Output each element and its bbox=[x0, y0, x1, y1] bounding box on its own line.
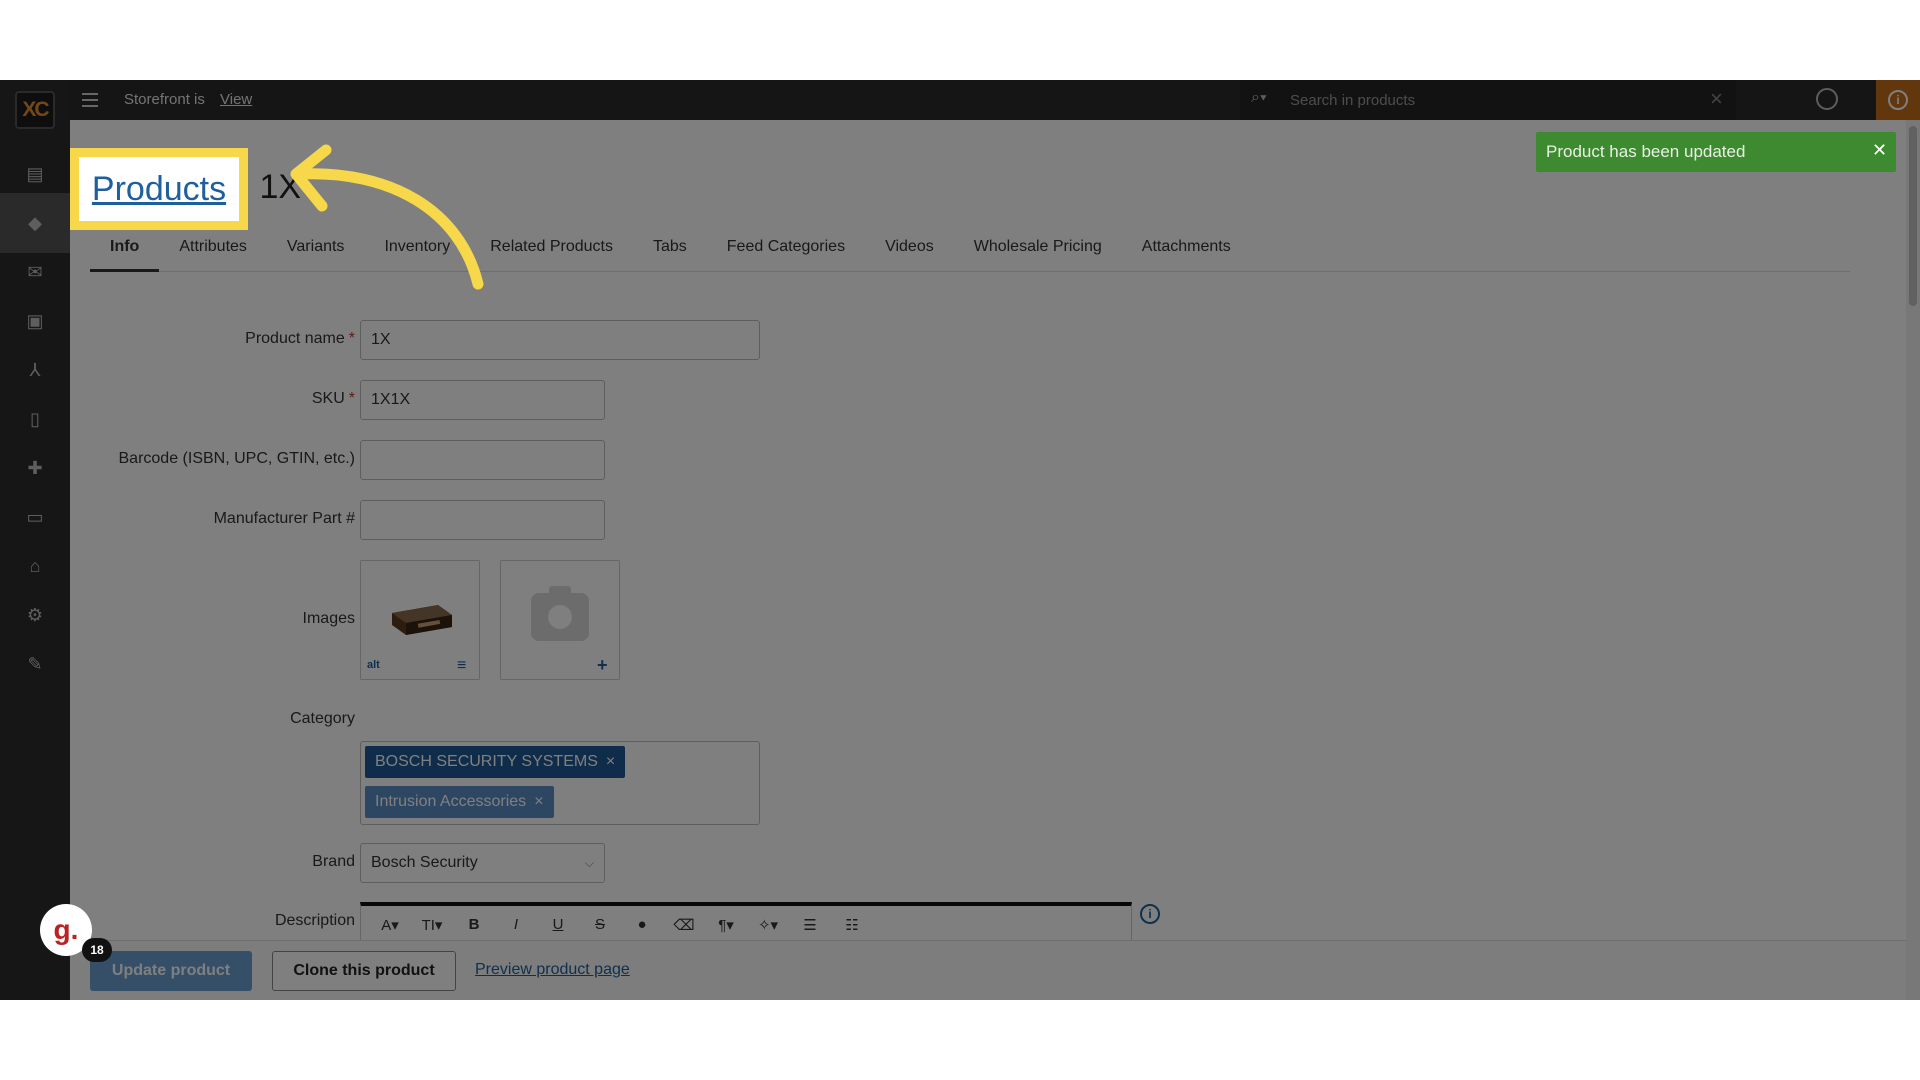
sku-label: SKU * bbox=[312, 390, 355, 408]
image-alt-label[interactable]: alt bbox=[367, 659, 380, 671]
info-icon[interactable]: i bbox=[1140, 904, 1160, 924]
category-chip-label: Intrusion Accessories bbox=[375, 793, 527, 810]
eraser-icon[interactable]: ⌫ bbox=[663, 916, 705, 934]
italic-icon[interactable]: I bbox=[495, 916, 537, 933]
category-label: Category bbox=[290, 710, 355, 727]
tab-feed-categories[interactable]: Feed Categories bbox=[707, 230, 865, 272]
clone-product-button[interactable]: Clone this product bbox=[272, 951, 456, 991]
storefront-status: Storefront is bbox=[124, 91, 205, 108]
left-sidebar: XC ▤ ◆ ✉ ▣ ⅄ ▯ ✚ ▭ ⌂ ⚙ ✎ bbox=[0, 80, 70, 1000]
close-icon[interactable]: ✕ bbox=[1872, 140, 1887, 161]
remove-chip-icon[interactable]: × bbox=[534, 793, 543, 810]
product-name-input[interactable] bbox=[360, 320, 760, 360]
underline-icon[interactable]: U bbox=[537, 916, 579, 933]
description-label: Description bbox=[274, 912, 355, 929]
success-toast: Product has been updated ✕ bbox=[1536, 132, 1896, 172]
strikethrough-icon[interactable]: S bbox=[579, 916, 621, 933]
wrench-icon[interactable]: ✎ bbox=[0, 634, 70, 694]
user-account-icon[interactable] bbox=[1816, 88, 1838, 110]
tab-tabs[interactable]: Tabs bbox=[633, 230, 707, 272]
sticky-action-bar: Update product Clone this product Previe… bbox=[70, 940, 1906, 1000]
search-input[interactable] bbox=[1290, 89, 1660, 111]
remove-chip-icon[interactable]: × bbox=[606, 753, 615, 770]
app-window: XC ▤ ◆ ✉ ▣ ⅄ ▯ ✚ ▭ ⌂ ⚙ ✎ Storefront is V… bbox=[0, 80, 1920, 1000]
tab-videos[interactable]: Videos bbox=[865, 230, 954, 272]
bullet-list-icon[interactable]: ☷ bbox=[831, 916, 873, 934]
tab-info[interactable]: Info bbox=[90, 230, 160, 272]
product-image-slot[interactable]: alt ≡ bbox=[360, 560, 480, 680]
brand-value: Bosch Security bbox=[371, 854, 478, 871]
pointer-arrow bbox=[290, 144, 484, 290]
paragraph-icon[interactable]: ¶▾ bbox=[705, 916, 747, 934]
product-name-label-text: Product name bbox=[245, 330, 345, 347]
info-button[interactable]: i bbox=[1876, 80, 1920, 120]
manufacturer-part-input[interactable] bbox=[360, 500, 605, 540]
info-icon: i bbox=[1888, 90, 1908, 110]
magic-icon[interactable]: ✧▾ bbox=[747, 916, 789, 934]
category-chip[interactable]: Intrusion Accessories × bbox=[365, 786, 554, 818]
add-image-slot[interactable]: + bbox=[500, 560, 620, 680]
tab-attributes[interactable]: Attributes bbox=[159, 230, 267, 272]
ordered-list-icon[interactable]: ☰ bbox=[789, 916, 831, 934]
brand-label: Brand bbox=[312, 853, 355, 870]
images-label: Images bbox=[302, 610, 355, 627]
storefront-view-link[interactable]: View bbox=[220, 91, 252, 108]
chevron-down-icon: ⌵ bbox=[584, 856, 594, 870]
image-menu-icon[interactable]: ≡ bbox=[457, 657, 466, 675]
bold-icon[interactable]: B bbox=[453, 916, 495, 933]
scrollbar-thumb[interactable] bbox=[1909, 126, 1917, 306]
tab-attachments[interactable]: Attachments bbox=[1122, 230, 1251, 272]
menu-icon[interactable] bbox=[82, 88, 106, 112]
close-icon[interactable]: × bbox=[1710, 86, 1723, 112]
sku-input[interactable] bbox=[360, 380, 605, 420]
highlight-inner: Products bbox=[79, 157, 239, 221]
color-icon[interactable]: ● bbox=[621, 916, 663, 933]
highlight-frame: Products bbox=[70, 148, 248, 230]
manufacturer-part-label: Manufacturer Part # bbox=[213, 510, 355, 527]
page-scrollbar[interactable] bbox=[1906, 120, 1920, 1000]
font-family-icon[interactable]: A▾ bbox=[369, 916, 411, 934]
product-image bbox=[392, 605, 452, 635]
required-mark: * bbox=[348, 330, 355, 347]
top-bar: Storefront is View ⌕▾ × i bbox=[70, 80, 1920, 120]
sku-label-text: SKU bbox=[311, 390, 345, 407]
toast-message: Product has been updated bbox=[1546, 142, 1746, 161]
product-name-label: Product name * bbox=[245, 330, 355, 348]
font-size-icon[interactable]: TI▾ bbox=[411, 916, 453, 934]
search-icon[interactable]: ⌕▾ bbox=[1251, 89, 1267, 107]
brand-select[interactable]: Bosch Security ⌵ bbox=[360, 843, 605, 883]
barcode-input[interactable] bbox=[360, 440, 605, 480]
xcart-logo[interactable]: XC bbox=[15, 91, 55, 129]
update-product-button[interactable]: Update product bbox=[90, 951, 252, 991]
preview-product-link[interactable]: Preview product page bbox=[475, 961, 630, 979]
editor-toolbar-row: A▾ TI▾ B I U S ● ⌫ ¶▾ ✧▾ ☰ ☷ bbox=[361, 906, 1133, 944]
category-chip-label: BOSCH SECURITY SYSTEMS bbox=[375, 753, 598, 770]
camera-icon bbox=[531, 586, 589, 641]
required-mark: * bbox=[348, 390, 355, 407]
highlighted-products-link[interactable]: Products bbox=[92, 170, 226, 209]
barcode-label: Barcode (ISBN, UPC, GTIN, etc.) bbox=[118, 450, 356, 467]
plus-icon[interactable]: + bbox=[597, 655, 608, 676]
category-chip[interactable]: BOSCH SECURITY SYSTEMS × bbox=[365, 746, 626, 778]
category-selector[interactable]: BOSCH SECURITY SYSTEMS × Intrusion Access… bbox=[360, 741, 760, 825]
notification-badge: 18 bbox=[82, 938, 112, 962]
tab-wholesale-pricing[interactable]: Wholesale Pricing bbox=[954, 230, 1122, 272]
